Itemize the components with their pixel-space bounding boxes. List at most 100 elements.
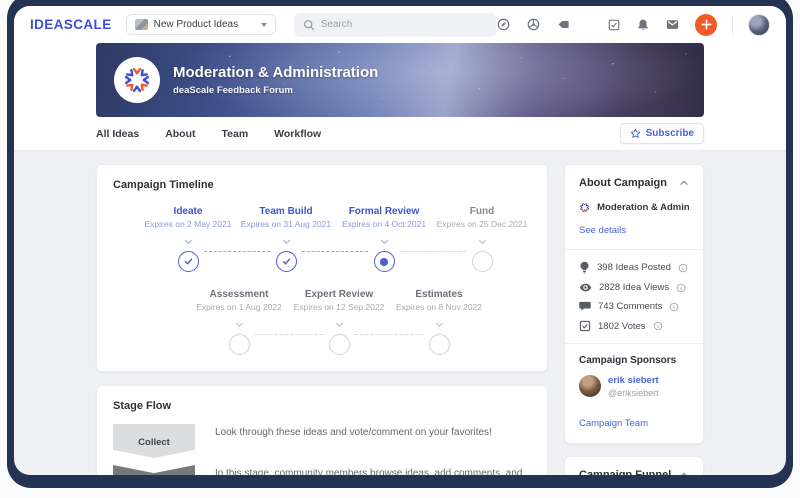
sponsor-name[interactable]: erik siebert [608,375,659,386]
tab-workflow[interactable]: Workflow [274,128,321,140]
stage-circle-pending [472,251,493,272]
ideascale-starburst-icon [122,65,152,95]
add-button[interactable] [695,14,717,36]
stage-description-ideate: In this stage, community members browse … [215,465,531,475]
campaign-team-link[interactable]: Campaign Team [579,418,648,429]
stat-ideas-posted: 398 Ideas Posted [579,261,689,274]
campaign-sponsors-title: Campaign Sponsors [579,355,689,366]
tab-team[interactable]: Team [222,128,249,140]
see-details-link[interactable]: See details [579,225,626,236]
notifications-button[interactable] [636,18,650,32]
campaign-selector-label: New Product Ideas [154,19,239,30]
divider [565,343,703,344]
bell-icon [636,18,650,32]
timeline-row-1: Ideate Expires on 2 May 2021 Team Build … [139,205,531,272]
community-button[interactable] [526,17,541,32]
compass-icon [496,17,511,32]
sponsor-row: erik siebert @eriksiebert [579,375,689,398]
info-icon[interactable] [678,263,688,273]
search-input[interactable] [321,19,487,30]
stage-circle-done [178,251,199,272]
campaign-timeline-card: Campaign Timeline Ideate Expires on 2 Ma… [96,164,548,372]
chevron-down-icon [282,237,289,244]
timeline-stage-ideate[interactable]: Ideate Expires on 2 May 2021 [139,205,237,272]
messages-button[interactable] [665,17,680,32]
campaign-thumbnail [135,19,148,30]
chevron-up-icon [679,470,689,475]
stage-flow-title: Stage Flow [113,400,531,412]
stage-shape-collect[interactable]: Collect [113,424,195,458]
info-icon[interactable] [676,283,686,293]
timeline-row-2: Assessment Expires on 1 Aug 2022 Expert … [189,288,489,355]
info-icon[interactable] [669,302,679,312]
chevron-down-icon [435,320,442,327]
search-box[interactable] [294,13,496,37]
mail-icon [665,17,680,32]
about-campaign-title: About Campaign [579,177,667,189]
timeline-title: Campaign Timeline [113,179,531,191]
top-navbar: IDEASCALE New Product Ideas [14,6,786,43]
timeline-stage-assessment[interactable]: Assessment Expires on 1 Aug 2022 [189,288,289,355]
main-content: Campaign Timeline Ideate Expires on 2 Ma… [14,151,786,475]
collapse-funnel-button[interactable] [679,470,689,475]
user-avatar[interactable] [748,14,770,36]
sponsor-avatar[interactable] [579,375,601,397]
navbar-actions [496,14,770,36]
stage-circle-done [276,251,297,272]
campaign-tabbar: All Ideas About Team Workflow Subscribe [96,117,704,150]
app-window: IDEASCALE New Product Ideas [14,6,786,475]
timeline-stage-expert-review[interactable]: Expert Review Expires on 12 Sep 2022 [289,288,389,355]
stat-comments: 743 Comments [579,301,689,312]
timeline-stage-formal-review[interactable]: Formal Review Expires on 4 Oct 2021 [335,205,433,272]
stage-circle-pending [229,334,250,355]
sponsor-handle: @eriksiebert [608,388,659,398]
tasks-button[interactable] [607,18,621,32]
vote-icon [579,320,591,332]
stage-circle-pending [429,334,450,355]
navbar-divider [732,15,733,35]
main-column: Campaign Timeline Ideate Expires on 2 Ma… [96,164,548,475]
stage-shape-ideate[interactable]: Ideate [113,465,195,475]
current-dot [380,258,388,266]
check-icon [281,256,292,267]
timeline-stage-estimates[interactable]: Estimates Expires on 8 Nov 2022 [389,288,489,355]
tag-button[interactable] [556,17,571,32]
info-icon[interactable] [653,321,663,331]
campaign-subtitle: deaScale Feedback Forum [173,85,378,96]
ideascale-starburst-icon [579,200,590,215]
about-campaign-card: About Campaign [564,164,704,444]
search-icon [303,19,315,31]
eye-icon [579,282,592,293]
tab-all-ideas[interactable]: All Ideas [96,128,139,140]
chevron-down-icon [261,23,267,27]
timeline-stage-fund[interactable]: Fund Expires on 25 Dec 2021 [433,205,531,272]
stat-idea-views: 2828 Idea Views [579,282,689,293]
community-icon [526,17,541,32]
subscribe-label: Subscribe [646,128,694,139]
timeline-stage-team-build[interactable]: Team Build Expires on 31 Aug 2021 [237,205,335,272]
subscribe-button[interactable]: Subscribe [620,123,704,144]
tab-about[interactable]: About [165,128,195,140]
stage-flow-card: Stage Flow Collect Look through these id… [96,385,548,475]
campaign-selector[interactable]: New Product Ideas [126,14,276,35]
campaign-header: Moderation & Administration deaScale Fee… [14,43,786,151]
collapse-about-button[interactable] [679,178,689,188]
chevron-down-icon [184,237,191,244]
ideascale-logo[interactable]: IDEASCALE [30,17,112,32]
campaign-title: Moderation & Administration [173,64,378,81]
campaign-funnel-title: Campaign Funnel [579,469,671,475]
device-frame: IDEASCALE New Product Ideas [7,0,793,488]
divider [565,249,703,250]
chevron-down-icon [235,320,242,327]
stage-circle-current [374,251,395,272]
chevron-down-icon [335,320,342,327]
chevron-down-icon [478,237,485,244]
comment-icon [579,301,591,312]
chevron-up-icon [679,178,689,188]
compass-button[interactable] [496,17,511,32]
sidebar-campaign-name: Moderation & Administrat... [597,202,689,213]
campaign-logo [114,57,160,103]
tasks-icon [607,18,621,32]
star-icon [630,128,641,139]
plus-icon [701,19,712,30]
